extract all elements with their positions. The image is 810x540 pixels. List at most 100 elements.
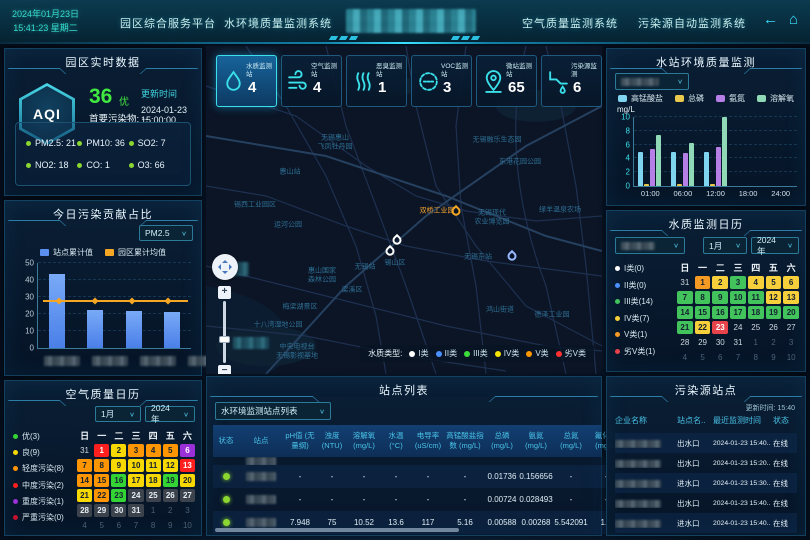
- calendar-day[interactable]: 16: [111, 474, 126, 487]
- water-month-select[interactable]: 1月∨: [703, 237, 747, 254]
- water-quality-bar[interactable]: [683, 153, 688, 186]
- calendar-day[interactable]: 9: [111, 459, 126, 472]
- calendar-day[interactable]: 17: [730, 306, 746, 319]
- calendar-day[interactable]: 15: [94, 474, 109, 487]
- calendar-day[interactable]: 18: [748, 306, 764, 319]
- calendar-day[interactable]: 26: [766, 321, 782, 334]
- water-quality-bar[interactable]: [704, 152, 709, 186]
- water-quality-bar[interactable]: [677, 184, 682, 186]
- calendar-day[interactable]: 30: [712, 336, 728, 349]
- calendar-day[interactable]: 2: [111, 444, 126, 457]
- calendar-day[interactable]: 17: [128, 474, 143, 487]
- calendar-day[interactable]: 7: [77, 459, 92, 472]
- nav-water-env-system[interactable]: 水环境质量监测系统: [224, 15, 332, 31]
- calendar-day[interactable]: 15: [695, 306, 711, 319]
- horizontal-scrollbar[interactable]: [215, 528, 459, 532]
- calendar-day[interactable]: 7: [677, 291, 693, 304]
- calendar-day[interactable]: 9: [712, 291, 728, 304]
- water-station-select[interactable]: ∨: [615, 73, 689, 90]
- calendar-day[interactable]: 28: [77, 504, 92, 517]
- water-quality-bar[interactable]: [644, 184, 649, 186]
- water-quality-bar[interactable]: [722, 117, 727, 186]
- contribution-bar[interactable]: [49, 274, 65, 348]
- calendar-day[interactable]: 10: [730, 291, 746, 304]
- calendar-day[interactable]: 30: [111, 504, 126, 517]
- station-type-button-voc[interactable]: VOC监测站3: [411, 55, 472, 107]
- water-quality-bar[interactable]: [716, 147, 721, 186]
- calendar-day[interactable]: 2: [712, 276, 728, 289]
- calendar-day[interactable]: 8: [94, 459, 109, 472]
- station-type-button-odor[interactable]: 恶臭监测站1: [346, 55, 407, 107]
- pollution-station-row[interactable]: 出水口2024-01-23 15:40..在线: [615, 433, 797, 453]
- zoom-thumb[interactable]: [219, 336, 230, 343]
- pollution-station-row[interactable]: 出水口2024-01-23 15:20..在线: [615, 453, 797, 473]
- calendar-day[interactable]: 19: [163, 474, 178, 487]
- calendar-day[interactable]: 20: [783, 306, 799, 319]
- calendar-day[interactable]: 6: [783, 276, 799, 289]
- map-zoom-slider[interactable]: + −: [218, 286, 231, 374]
- zoom-in-button[interactable]: +: [218, 286, 231, 299]
- water-year-select[interactable]: 2024年∨: [751, 237, 799, 254]
- air-month-select[interactable]: 1月∨: [95, 406, 141, 422]
- nav-park-platform[interactable]: 园区综合服务平台: [120, 15, 216, 31]
- table-row[interactable]: [213, 457, 607, 465]
- pollutant-select[interactable]: PM2.5∨: [139, 225, 193, 241]
- contribution-bar[interactable]: [87, 310, 103, 348]
- nav-pollution-system[interactable]: 污染源自动监测系统: [638, 15, 746, 31]
- calendar-day[interactable]: 21: [77, 489, 92, 502]
- calendar-day[interactable]: 1: [695, 276, 711, 289]
- calendar-day[interactable]: 5: [163, 444, 178, 457]
- calendar-day[interactable]: 12: [766, 291, 782, 304]
- calendar-day[interactable]: 22: [94, 489, 109, 502]
- calendar-day[interactable]: 5: [766, 276, 782, 289]
- calendar-day[interactable]: 24: [730, 321, 746, 334]
- water-quality-bar[interactable]: [650, 149, 655, 186]
- pollution-station-row[interactable]: 出水口2024-01-23 15:40..在线: [615, 493, 797, 513]
- calendar-day[interactable]: 23: [712, 321, 728, 334]
- calendar-day[interactable]: 20: [180, 474, 195, 487]
- station-type-button-micro-station[interactable]: 微站监测站65: [476, 55, 537, 107]
- calendar-day[interactable]: 22: [695, 321, 711, 334]
- calendar-day[interactable]: 29: [94, 504, 109, 517]
- calendar-day[interactable]: 14: [677, 306, 693, 319]
- calendar-day[interactable]: 26: [163, 489, 178, 502]
- zoom-out-button[interactable]: −: [218, 365, 231, 374]
- station-type-button-air[interactable]: 空气监测站4: [281, 55, 342, 107]
- calendar-day[interactable]: 10: [128, 459, 143, 472]
- calendar-day[interactable]: 16: [712, 306, 728, 319]
- calendar-day[interactable]: 4: [748, 276, 764, 289]
- calendar-day[interactable]: 25: [748, 321, 764, 334]
- calendar-day[interactable]: 11: [146, 459, 161, 472]
- nav-air-quality-system[interactable]: 空气质量监测系统: [522, 15, 618, 31]
- calendar-day[interactable]: 14: [77, 474, 92, 487]
- pollution-station-row[interactable]: 进水口2024-01-23 15:30..在线: [615, 473, 797, 493]
- station-type-button-water-drop[interactable]: 水质监测站4: [216, 55, 277, 107]
- table-row[interactable]: ------0.017360.156656--: [213, 465, 607, 488]
- back-icon[interactable]: ←: [763, 12, 778, 27]
- contribution-bar[interactable]: [164, 312, 180, 348]
- calendar-day[interactable]: 11: [748, 291, 764, 304]
- calendar-day[interactable]: 21: [677, 321, 693, 334]
- calendar-day[interactable]: 18: [146, 474, 161, 487]
- water-cal-station-select[interactable]: ∨: [615, 237, 685, 254]
- calendar-day[interactable]: 13: [180, 459, 195, 472]
- calendar-day[interactable]: 19: [766, 306, 782, 319]
- calendar-day[interactable]: 1: [94, 444, 109, 457]
- calendar-day[interactable]: 8: [695, 291, 711, 304]
- calendar-day[interactable]: 4: [146, 444, 161, 457]
- water-quality-bar[interactable]: [710, 184, 715, 186]
- calendar-day[interactable]: 29: [695, 336, 711, 349]
- city-map[interactable]: 水质监测站4空气监测站4恶臭监测站1VOC监测站3微站监测站65污染源监测6 无…: [206, 46, 602, 374]
- contribution-bar[interactable]: [126, 311, 142, 348]
- water-quality-bar[interactable]: [689, 143, 694, 186]
- calendar-day[interactable]: 24: [128, 489, 143, 502]
- station-type-button-pollution-source[interactable]: 污染源监测6: [541, 55, 602, 107]
- home-icon[interactable]: ⌂: [789, 12, 798, 27]
- calendar-day[interactable]: 25: [146, 489, 161, 502]
- water-quality-bar[interactable]: [638, 152, 643, 187]
- calendar-day[interactable]: 27: [180, 489, 195, 502]
- calendar-day[interactable]: 13: [783, 291, 799, 304]
- water-quality-bar[interactable]: [671, 152, 676, 187]
- calendar-day[interactable]: 3: [730, 276, 746, 289]
- calendar-day[interactable]: 23: [111, 489, 126, 502]
